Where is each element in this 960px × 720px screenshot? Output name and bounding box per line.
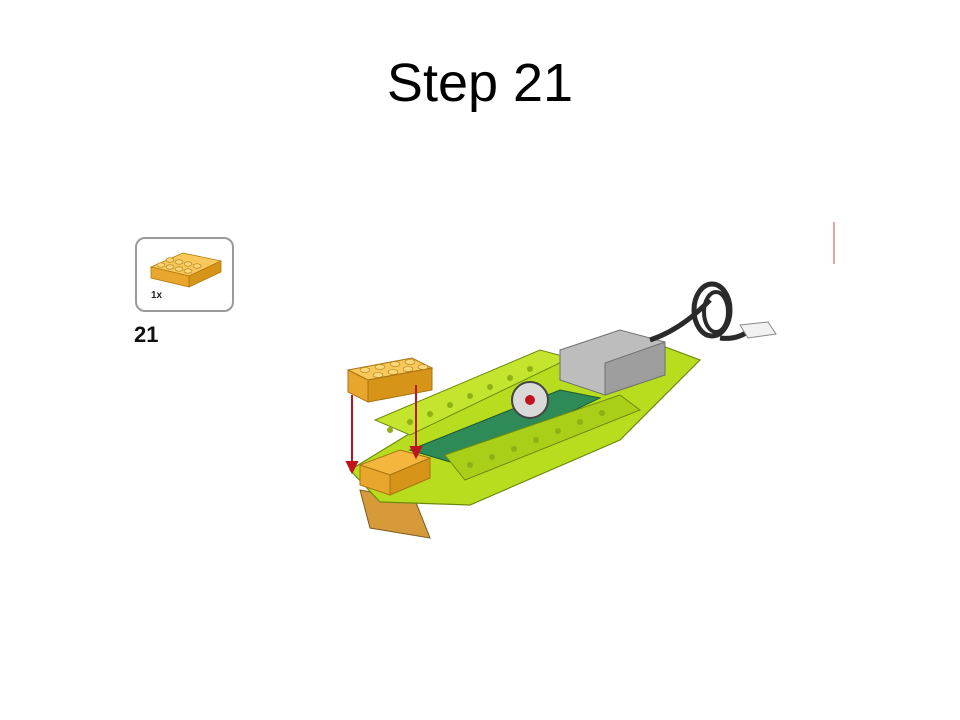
yellow-2x4-brick-icon bbox=[149, 252, 223, 288]
lego-build-model-illustration bbox=[345, 281, 777, 539]
step-number: 21 bbox=[134, 322, 159, 347]
part-quantity: 1x bbox=[151, 290, 163, 301]
parts-callout: 1x bbox=[135, 237, 234, 312]
page-title: Step 21 bbox=[386, 53, 574, 113]
edge-mark bbox=[833, 222, 835, 264]
